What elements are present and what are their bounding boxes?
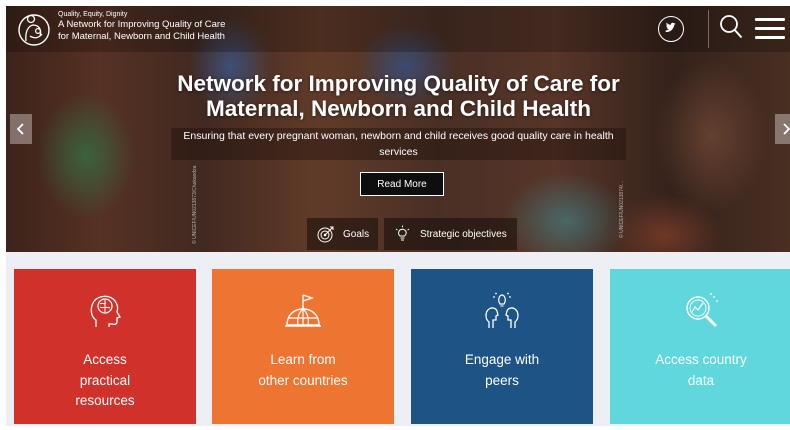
menu-bar-1 (755, 18, 785, 21)
strategic-objectives-label: Strategic objectives (420, 228, 507, 240)
hero-title: Network for Improving Quality of Care fo… (6, 71, 790, 121)
peers-idea-icon (485, 292, 519, 328)
strategic-objectives-button[interactable]: Strategic objectives (384, 218, 517, 250)
menu-bar-3 (755, 36, 785, 39)
card-label-line1: Engage with (464, 352, 540, 367)
search-icon[interactable] (719, 14, 743, 40)
card-label-line2: other countries (258, 372, 348, 388)
brain-head-icon (90, 295, 121, 327)
card-label: Learn from other countries (212, 350, 394, 391)
site-name-line2: for Maternal, Newborn and Child Health (58, 31, 225, 42)
data-magnifier-icon (686, 293, 718, 328)
site-brand[interactable]: Quality, Equity, Dignity A Network for I… (58, 10, 225, 43)
site-name-line1: A Network for Improving Quality of Care (58, 19, 226, 30)
mother-child-logo-icon[interactable] (16, 10, 52, 48)
read-more-button[interactable]: Read More (360, 172, 444, 196)
globe-flag-icon (285, 294, 321, 327)
card-label-line1: Access country (655, 352, 747, 367)
card-access-practical-resources[interactable]: Access practical resources (14, 269, 196, 424)
twitter-button[interactable] (658, 16, 684, 42)
card-engage-with-peers[interactable]: Engage with peers (411, 269, 593, 424)
page-frame: Quality, Equity, Dignity A Network for I… (6, 6, 790, 426)
goals-label: Goals (343, 228, 370, 240)
hamburger-menu-icon[interactable] (755, 18, 785, 40)
card-label: Access country data (610, 350, 790, 391)
card-label-line1: Learn from (270, 352, 336, 367)
card-label: Access practical resources (14, 350, 196, 412)
photo-credit-right: © UNICEF/UN0213874/... (619, 180, 625, 238)
card-label: Engage with peers (411, 350, 593, 391)
hero-subtitle: Ensuring that every pregnant woman, newb… (171, 128, 626, 160)
twitter-icon (665, 22, 676, 32)
card-label-line2: practical (79, 372, 131, 388)
hero-subtitle-line2: services (379, 146, 418, 158)
menu-bar-2 (755, 27, 785, 30)
site-tagline: Quality, Equity, Dignity (58, 11, 128, 18)
card-label-line3: resources (75, 393, 135, 408)
card-label-line2: peers (485, 372, 519, 388)
target-icon (317, 226, 334, 243)
hero-subtitle-line1: Ensuring that every pregnant woman, newb… (183, 130, 614, 142)
header-divider (708, 10, 709, 48)
hero-title-line1: Network for Improving Quality of Care fo… (177, 71, 620, 96)
hero-banner: Quality, Equity, Dignity A Network for I… (6, 6, 790, 252)
card-label-line2: data (687, 372, 715, 388)
quick-links: Access practical resources Learn from ot… (6, 252, 790, 426)
chevron-right-icon (783, 123, 790, 135)
hero-title-line2: Maternal, Newborn and Child Health (205, 96, 592, 121)
card-learn-from-other-countries[interactable]: Learn from other countries (212, 269, 394, 424)
card-label-line1: Access (83, 352, 127, 367)
card-access-country-data[interactable]: Access country data (610, 269, 790, 424)
chevron-left-icon (16, 123, 24, 135)
photo-credit-left: © UNICEF/UN0213873/Chakaodza (192, 165, 198, 244)
goals-button[interactable]: Goals (307, 218, 378, 250)
lightbulb-icon (395, 225, 410, 241)
